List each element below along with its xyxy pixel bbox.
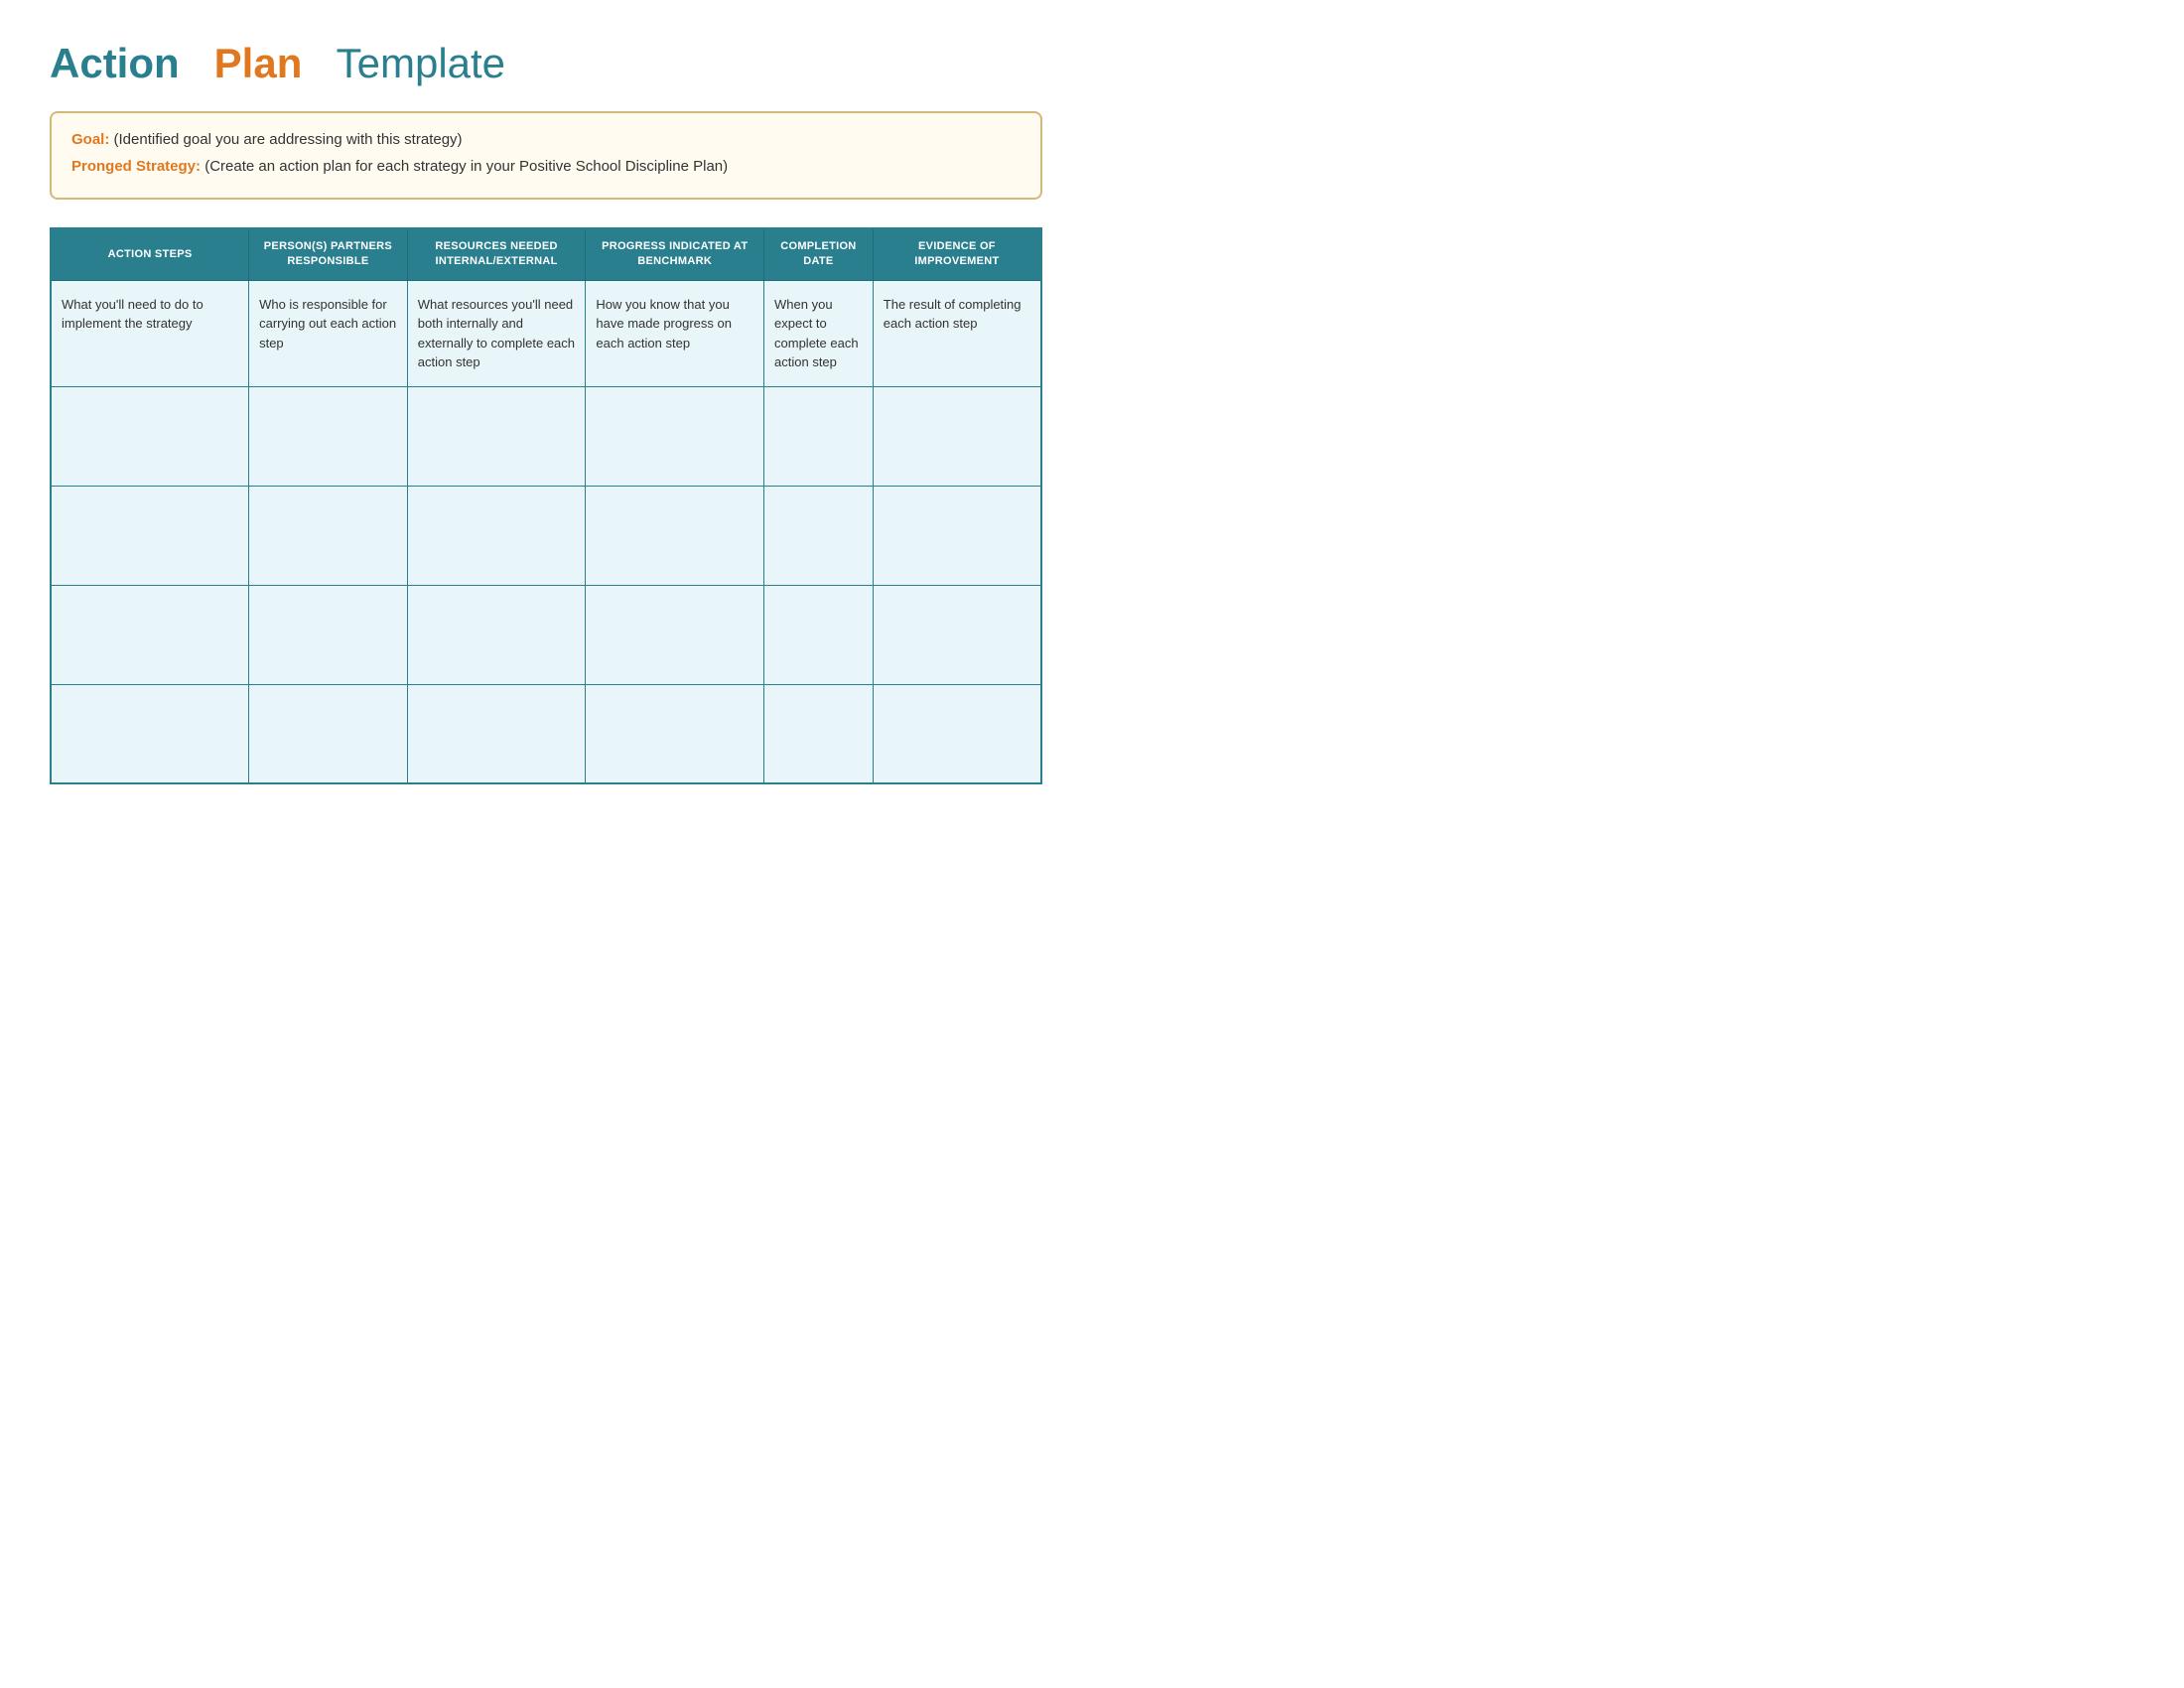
header-progress-benchmark: PROGRESS INDICATED AT BENCHMARK [586,228,764,280]
pronged-label: Pronged Strategy: [71,158,201,175]
action-steps-desc: What you'll need to do to implement the … [51,280,249,386]
title-action: Action [50,40,180,86]
row3-persons[interactable] [249,585,408,684]
pronged-line: Pronged Strategy: (Create an action plan… [71,156,1021,179]
progress-desc: How you know that you have made progress… [586,280,764,386]
pronged-text: (Create an action plan for each strategy… [205,158,728,175]
row2-persons[interactable] [249,486,408,585]
row1-resources[interactable] [407,386,586,486]
row4-resources[interactable] [407,684,586,783]
row4-persons[interactable] [249,684,408,783]
table-row [51,684,1041,783]
row4-evidence[interactable] [873,684,1041,783]
row2-progress[interactable] [586,486,764,585]
table-row [51,486,1041,585]
page-title: Action Plan Template [50,40,1042,87]
row4-action[interactable] [51,684,249,783]
row1-action[interactable] [51,386,249,486]
row2-action[interactable] [51,486,249,585]
title-template: Template [337,40,505,86]
table-header-row: ACTION STEPS PERSON(S) PARTNERS RESPONSI… [51,228,1041,280]
row2-completion[interactable] [764,486,874,585]
row1-progress[interactable] [586,386,764,486]
goal-label: Goal: [71,131,109,148]
row2-evidence[interactable] [873,486,1041,585]
row4-completion[interactable] [764,684,874,783]
description-row: What you'll need to do to implement the … [51,280,1041,386]
resources-desc: What resources you'll need both internal… [407,280,586,386]
goal-box: Goal: (Identified goal you are addressin… [50,111,1042,200]
row1-completion[interactable] [764,386,874,486]
row1-persons[interactable] [249,386,408,486]
row3-resources[interactable] [407,585,586,684]
header-action-steps: ACTION STEPS [51,228,249,280]
row1-evidence[interactable] [873,386,1041,486]
action-plan-table: ACTION STEPS PERSON(S) PARTNERS RESPONSI… [50,227,1042,784]
evidence-desc: The result of completing each action ste… [873,280,1041,386]
header-evidence-improvement: EVIDENCE OF IMPROVEMENT [873,228,1041,280]
title-plan: Plan [214,40,303,86]
row3-completion[interactable] [764,585,874,684]
row4-progress[interactable] [586,684,764,783]
goal-text: (Identified goal you are addressing with… [114,131,463,148]
header-completion-date: COMPLETION DATE [764,228,874,280]
completion-desc: When you expect to complete each action … [764,280,874,386]
goal-line: Goal: (Identified goal you are addressin… [71,129,1021,152]
row3-action[interactable] [51,585,249,684]
table-row [51,585,1041,684]
table-row [51,386,1041,486]
row2-resources[interactable] [407,486,586,585]
row3-progress[interactable] [586,585,764,684]
row3-evidence[interactable] [873,585,1041,684]
header-persons-responsible: PERSON(S) PARTNERS RESPONSIBLE [249,228,408,280]
header-resources-needed: RESOURCES NEEDED INTERNAL/EXTERNAL [407,228,586,280]
persons-desc: Who is responsible for carrying out each… [249,280,408,386]
